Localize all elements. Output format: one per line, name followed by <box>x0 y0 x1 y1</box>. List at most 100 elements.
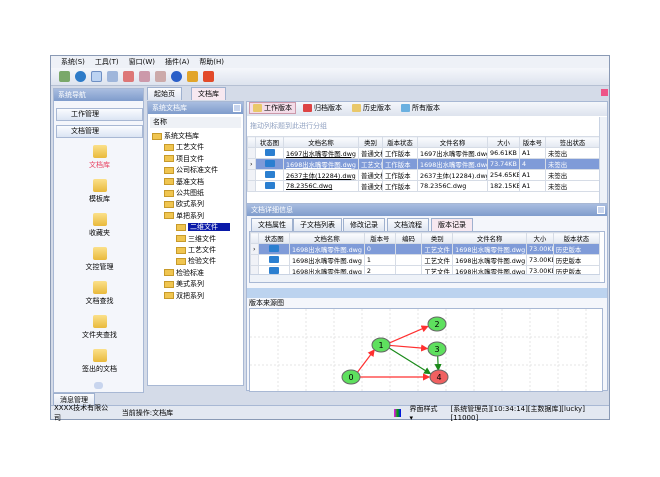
group-label: 文档管理 <box>71 127 99 135</box>
status-icon <box>269 244 280 252</box>
column-header[interactable]: 类别 <box>421 232 454 244</box>
status-icon <box>264 181 275 189</box>
nav-item[interactable]: 文件夹查找 <box>54 315 145 340</box>
menu-help[interactable]: 帮助(H) <box>199 57 224 67</box>
tree-node[interactable]: 系统文档库 <box>152 131 199 142</box>
tree-node[interactable]: 项目文件 <box>164 154 204 165</box>
column-header[interactable]: 签出状态 <box>545 136 600 148</box>
table-cell: A1 <box>519 169 546 181</box>
scroll-down-icon[interactable] <box>94 382 103 389</box>
tree-node[interactable]: 二维文件 <box>176 222 230 233</box>
tree-node[interactable]: 美式系列 <box>164 279 204 290</box>
horizontal-scrollbar[interactable] <box>250 274 600 282</box>
table-row[interactable]: ›1698出水嘴零件图.dwg工艺文件工作版本1698出水嘴零件图.dwg73.… <box>247 158 600 170</box>
row-indicator: › <box>247 158 256 170</box>
column-header[interactable]: 版本状态 <box>552 232 601 244</box>
power-icon[interactable] <box>203 71 214 82</box>
folder-icon <box>164 189 174 197</box>
help-icon[interactable] <box>171 71 182 82</box>
folder-icon <box>92 247 107 260</box>
table-cell: 未签出 <box>545 147 600 159</box>
detail-tab[interactable]: 文档流程 <box>387 218 429 231</box>
tree-node[interactable]: 公司标准文件 <box>164 165 218 176</box>
column-header[interactable]: 文件名称 <box>452 232 528 244</box>
tree-node[interactable]: 欧式系列 <box>164 199 204 210</box>
doc-blue-icon[interactable] <box>139 71 150 82</box>
window-icon[interactable] <box>91 71 102 82</box>
tree-node[interactable]: 单把系列 <box>164 211 204 222</box>
tab-document-library[interactable]: 文档库 <box>191 87 226 100</box>
globe-icon[interactable] <box>75 71 86 82</box>
table-row[interactable]: › 1698出水嘴零件图.dwg 0 工艺文件 1698出水嘴零件图.dwg 73.00K… <box>250 243 601 255</box>
nav-item[interactable]: 模板库 <box>54 179 145 204</box>
tree-node-label: 欧式系列 <box>176 200 204 209</box>
graph-node[interactable]: 4 <box>429 369 449 385</box>
table-row[interactable]: 78.2356C.dwg普通文档工作版本78.2356C.dwg182.15KB… <box>247 180 600 192</box>
column-header[interactable]: 大小 <box>526 232 554 244</box>
table-cell: 1697出水嘴零件图.dwg <box>417 147 488 159</box>
graph-node[interactable]: 3 <box>427 341 447 357</box>
doc-check-icon[interactable] <box>155 71 166 82</box>
ui-style-dropdown[interactable]: 界面样式 ▾ <box>409 404 442 422</box>
nav-item[interactable]: 收藏夹 <box>54 213 145 238</box>
column-header[interactable]: 编码 <box>394 232 423 244</box>
nav-item[interactable]: 文档查找 <box>54 281 145 306</box>
column-header[interactable]: 版本状态 <box>382 136 418 148</box>
menu-plugins[interactable]: 插件(A) <box>165 57 189 67</box>
layout-icon[interactable] <box>107 71 118 82</box>
close-icon[interactable] <box>601 89 608 96</box>
column-header[interactable]: 类别 <box>358 136 383 148</box>
detail-tab[interactable]: 子文档列表 <box>293 218 342 231</box>
pin-icon[interactable] <box>597 206 605 214</box>
status-bar: XXXX技术有限公司 当前操作:文档库 界面样式 ▾ [系统管理员][10:34… <box>51 404 609 422</box>
column-header[interactable]: 版本号 <box>519 136 546 148</box>
column-header[interactable]: 版本号 <box>363 232 396 244</box>
table-cell: 1698出水嘴零件图.dwg <box>283 158 359 170</box>
tree-node[interactable]: 三维文件 <box>176 234 216 245</box>
graph-node[interactable]: 0 <box>341 369 361 385</box>
tree-node[interactable]: 双把系列 <box>164 291 204 302</box>
column-header[interactable]: 文件名称 <box>417 136 488 148</box>
column-header[interactable]: 文档名称 <box>288 232 365 244</box>
doc-red-icon[interactable] <box>123 71 134 82</box>
tab-start-page[interactable]: 起始页 <box>147 87 182 100</box>
column-header[interactable]: 文档名称 <box>283 136 359 148</box>
table-row[interactable]: 1697出水嘴零件图.dwg普通文档工作版本1697出水嘴零件图.dwg96.6… <box>247 147 600 159</box>
column-header[interactable]: 大小 <box>487 136 520 148</box>
history-icon <box>352 104 361 112</box>
tree-node[interactable]: 检验标准 <box>164 268 204 279</box>
detail-tab[interactable]: 文档属性 <box>251 218 293 231</box>
tree-node[interactable]: 公共图纸 <box>164 188 204 199</box>
lock-icon[interactable] <box>187 71 198 82</box>
column-header[interactable]: 状态图 <box>258 232 290 244</box>
nav-item[interactable]: 签出的文档 <box>54 349 145 374</box>
new-icon[interactable] <box>59 71 70 82</box>
history-version-button[interactable]: 历史版本 <box>349 102 394 114</box>
menu-system[interactable]: 系统(S) <box>61 57 85 67</box>
detail-title: 文档详细信息 <box>247 204 607 216</box>
table-row[interactable]: 2637主体(12284).dwg普通文档工作版本2637主体(12284).d… <box>247 169 600 181</box>
nav-item[interactable]: 文档库 <box>54 145 145 170</box>
menu-tools[interactable]: 工具(T) <box>95 57 119 67</box>
pin-icon[interactable] <box>233 104 241 112</box>
table-row[interactable]: 1698出水嘴零件图.dwg 1 工艺文件 1698出水嘴零件图.dwg 73.00KB… <box>250 254 601 266</box>
working-version-button[interactable]: 工作版本 <box>249 102 296 114</box>
tree-node-label: 项目文件 <box>176 154 204 163</box>
tree-node[interactable]: 工艺文件 <box>176 245 216 256</box>
group-work-management[interactable]: 工作管理 <box>56 108 143 121</box>
table-cell <box>394 243 423 255</box>
menu-window[interactable]: 窗口(W) <box>129 57 155 67</box>
tree-node[interactable]: 工艺文件 <box>164 142 204 153</box>
column-header[interactable]: 状态图 <box>255 136 284 148</box>
archived-version-button[interactable]: 归档版本 <box>300 102 345 114</box>
tree-node[interactable]: 基准文档 <box>164 177 204 188</box>
group-document-management[interactable]: 文档管理 <box>56 125 143 138</box>
detail-tab[interactable]: 修改记录 <box>343 218 385 231</box>
tree-node[interactable]: 检验文件 <box>176 256 216 267</box>
all-versions-button[interactable]: 所有版本 <box>398 102 443 114</box>
nav-item[interactable]: 文控管理 <box>54 247 145 272</box>
graph-node[interactable]: 1 <box>371 337 391 353</box>
graph-node[interactable]: 2 <box>427 316 447 332</box>
detail-tab[interactable]: 版本记录 <box>431 218 473 231</box>
table-cell <box>258 243 290 255</box>
